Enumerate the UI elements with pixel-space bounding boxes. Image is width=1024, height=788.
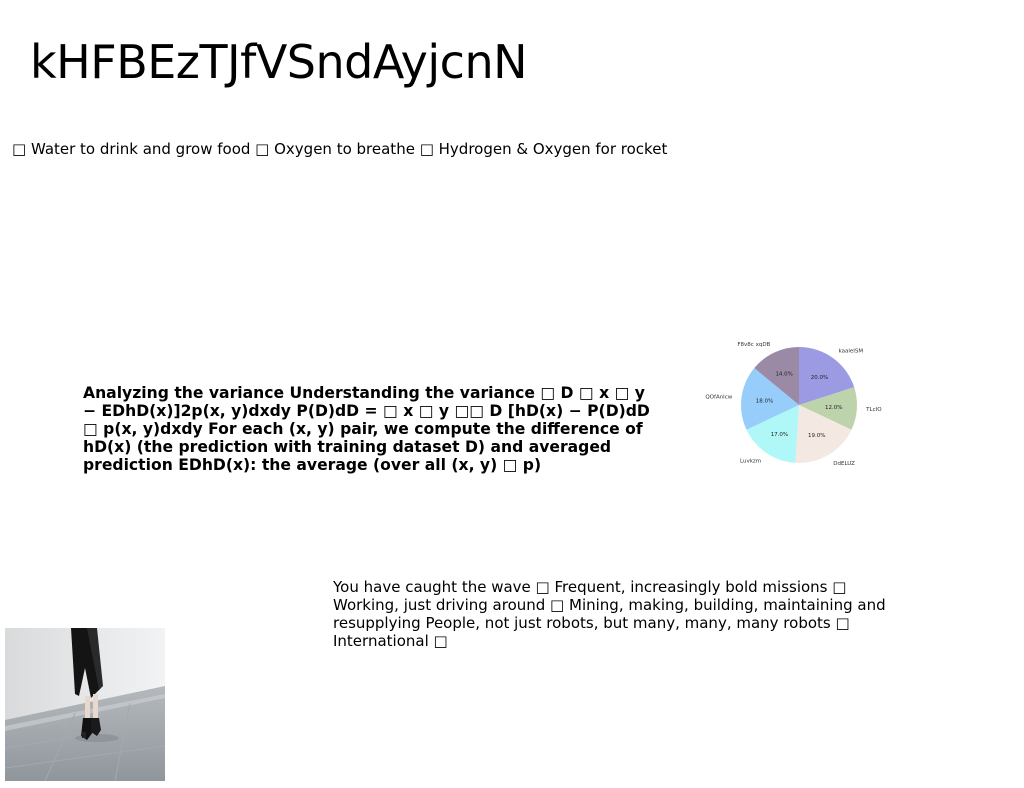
- pie-value-label: 14.0%: [775, 372, 792, 378]
- pie-category-label: QOfAnlcw: [705, 395, 732, 401]
- wave-paragraph: You have caught the wave □ Frequent, inc…: [333, 578, 886, 650]
- pie-category-label: TLcIO: [865, 407, 882, 413]
- pie-value-label: 17.0%: [771, 432, 788, 438]
- pie-category-label: kaaleISM: [839, 349, 864, 355]
- pie-value-label: 20.0%: [811, 375, 828, 381]
- pie-category-label: DdELUZ: [833, 461, 855, 467]
- pie-value-label: 12.0%: [825, 405, 842, 411]
- pie-value-label: 19.0%: [808, 433, 825, 439]
- legs-on-pavement-photo: [5, 628, 165, 781]
- pie-chart: 20.0% 12.0% 19.0% 17.0% 18.0% 14.0% kaaleISM T…: [705, 342, 882, 467]
- pie-category-label: Luvkzm: [740, 459, 761, 465]
- bullets-line: □ Water to drink and grow food □ Oxygen …: [12, 140, 668, 158]
- slide-title: kHFBEzTJfVSndAyjcnN: [30, 35, 528, 89]
- pie-value-label: 18.0%: [756, 399, 773, 405]
- variance-paragraph: Analyzing the variance Understanding the…: [83, 384, 650, 474]
- pie-category-label: F8v8c xqDB: [737, 342, 770, 348]
